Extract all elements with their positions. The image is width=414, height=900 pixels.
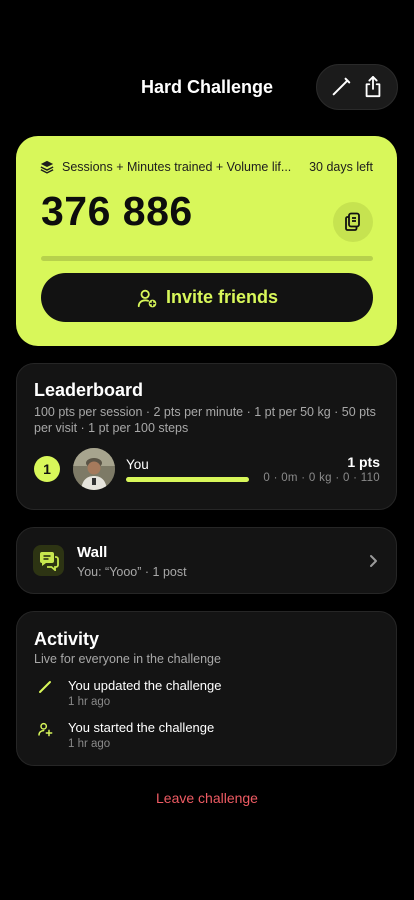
add-user-icon [36,720,54,738]
edit-button[interactable] [325,71,357,103]
activity-text: You started the challenge [68,720,215,735]
activity-subtitle: Live for everyone in the challenge [34,652,221,666]
rank-badge: 1 [34,456,60,482]
leaderboard-points: 1 pts [347,454,380,470]
chat-bubbles-icon [33,545,64,576]
challenge-summary-card: Sessions + Minutes trained + Volume lif.… [16,136,397,346]
copy-icon [345,212,360,231]
leaderboard-title: Leaderboard [34,380,144,400]
layers-icon [40,160,54,174]
top-bar: Hard Challenge [0,62,414,114]
add-user-icon [137,289,157,307]
wall-subtitle: You: “Yooo” · 1 post [77,565,187,579]
leaderboard-progress-fill [126,477,249,482]
activity-card: Activity Live for everyone in the challe… [16,611,397,766]
share-icon [365,75,381,98]
days-left: 30 days left [309,160,373,174]
wall-card[interactable]: Wall You: “Yooo” · 1 post [16,527,397,594]
challenge-metric-row: Sessions + Minutes trained + Volume lif.… [40,160,373,174]
invite-friends-label: Invite friends [165,287,279,307]
copy-button[interactable] [333,202,373,242]
pencil-icon [332,77,351,96]
share-button[interactable] [357,71,389,103]
leaderboard-scoring: 100 pts per session · 2 pts per minute ·… [34,405,376,435]
activity-title: Activity [34,629,100,649]
challenge-progress-bar [41,256,373,261]
wall-title: Wall [77,544,108,561]
leave-challenge-button[interactable]: Leave challenge [0,790,414,806]
invite-friends-button[interactable]: Invite friends [41,273,373,322]
leaderboard-stats: 0 · 0m · 0 kg · 0 · 110 [263,472,380,484]
chevron-right-icon [370,555,377,567]
activity-item: You started the challenge 1 hr ago [34,720,380,754]
pencil-icon [36,678,54,696]
leaderboard-progress-bar [126,477,249,482]
leaderboard-card[interactable]: Leaderboard 100 pts per session · 2 pts … [16,363,397,510]
challenge-total: 376 886 [41,188,193,234]
activity-time: 1 hr ago [68,738,111,750]
activity-item: You updated the challenge 1 hr ago [34,678,380,712]
activity-text: You updated the challenge [68,678,222,693]
activity-time: 1 hr ago [68,696,111,708]
leaderboard-name: You [126,457,149,472]
header-actions [316,64,398,110]
challenge-metric: Sessions + Minutes trained + Volume lif.… [62,160,292,174]
avatar [73,448,115,490]
